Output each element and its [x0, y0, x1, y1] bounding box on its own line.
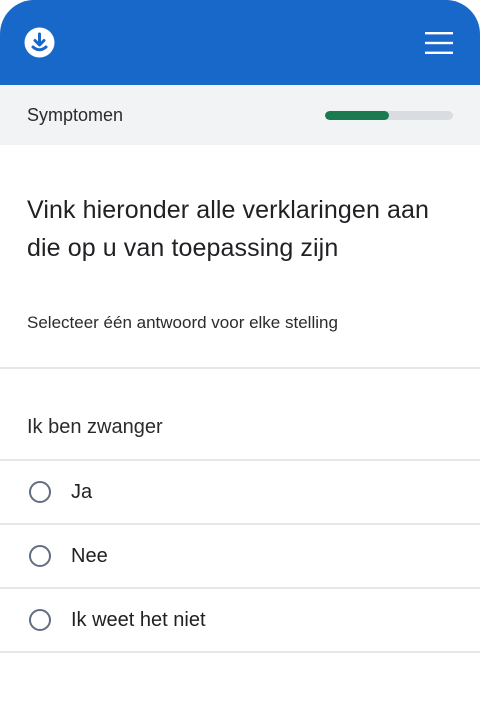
question-instruction: Selecteer één antwoord voor elke stellin…: [27, 313, 338, 332]
progress-bar: [325, 110, 453, 120]
radio-button[interactable]: [29, 481, 51, 503]
app-frame: Symptomen Vink hieronder alle verklaring…: [0, 0, 480, 718]
option-label: Nee: [71, 544, 108, 567]
radio-option-ja[interactable]: Ja: [0, 459, 480, 523]
hamburger-menu-icon[interactable]: [424, 28, 454, 58]
question-card: Vink hieronder alle verklaringen aan die…: [0, 145, 480, 653]
section-label: Symptomen: [27, 104, 124, 125]
progress-strip: Symptomen: [0, 85, 480, 145]
radio-button[interactable]: [29, 609, 51, 631]
download-circle-icon[interactable]: [24, 27, 55, 58]
radio-button[interactable]: [29, 545, 51, 567]
option-label: Ik weet het niet: [71, 608, 206, 631]
statement-label: Ik ben zwanger: [27, 416, 163, 438]
option-label: Ja: [71, 480, 93, 503]
options-list: Ja Nee Ik weet het niet: [0, 459, 480, 653]
progress-bar-fill: [325, 110, 389, 120]
radio-option-nee[interactable]: Nee: [0, 523, 480, 587]
question-title: Vink hieronder alle verklaringen aan die…: [27, 196, 430, 262]
top-bar: [0, 0, 480, 85]
radio-option-weet-niet[interactable]: Ik weet het niet: [0, 587, 480, 653]
